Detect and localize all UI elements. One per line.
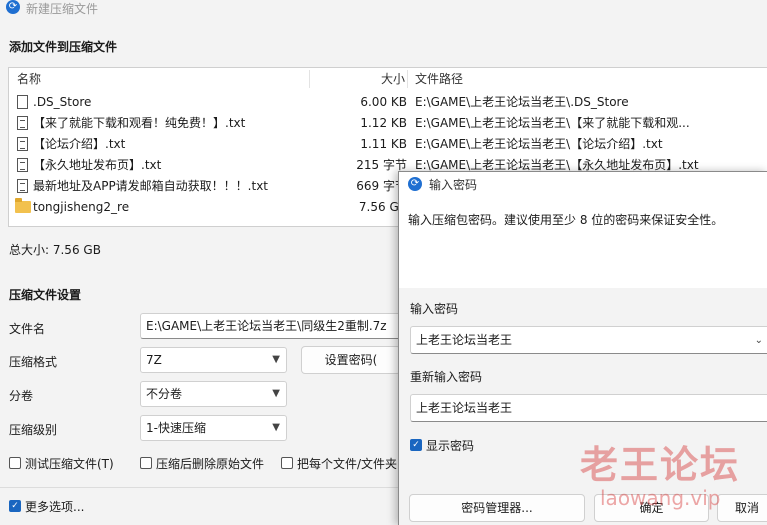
total-size: 总大小: 7.56 GB — [9, 243, 101, 257]
section-add-files: 添加文件到压缩文件 — [9, 40, 118, 54]
each-file-checkbox[interactable] — [281, 457, 293, 469]
delete-original-label[interactable]: 压缩后删除原始文件 — [156, 455, 264, 472]
show-password-label[interactable]: 显示密码 — [426, 437, 474, 454]
file-size: 6.00 KB — [360, 95, 407, 109]
level-select[interactable]: 1-快速压缩 ▼ — [140, 415, 287, 441]
format-value: 7Z — [146, 353, 162, 367]
file-row[interactable]: 【论坛介绍】.txt 1.11 KB E:\GAME\上老王论坛当老王\【论坛介绍】… — [9, 134, 767, 155]
password-manager-button[interactable]: 密码管理器... — [409, 494, 585, 522]
text-file-icon — [17, 179, 28, 193]
column-size-header[interactable]: 大小 — [381, 68, 405, 90]
chevron-down-icon: ▼ — [272, 354, 280, 365]
file-name: 【论坛介绍】.txt — [33, 137, 126, 151]
filename-label: 文件名 — [9, 322, 46, 336]
password-input[interactable]: 上老王论坛当老王 ⌄ — [410, 326, 767, 354]
file-name: tongjisheng2_re — [33, 200, 130, 214]
dialog-title: 输入密码 — [429, 178, 478, 192]
each-file-label[interactable]: 把每个文件/文件夹 — [297, 455, 397, 472]
chevron-down-icon[interactable]: ⌄ — [755, 328, 763, 353]
file-size: 1.11 KB — [360, 137, 407, 151]
text-file-icon — [17, 116, 28, 130]
set-password-button[interactable]: 设置密码( — [301, 346, 401, 374]
password-label: 输入密码 — [410, 302, 459, 316]
split-value: 不分卷 — [146, 387, 183, 401]
level-value: 1-快速压缩 — [146, 421, 206, 435]
column-divider[interactable] — [309, 70, 310, 88]
file-path: E:\GAME\上老王论坛当老王\.DS_Store — [415, 95, 629, 109]
file-path: E:\GAME\上老王论坛当老王\【论坛介绍】.txt — [415, 137, 663, 151]
main-title-bar: ⟳ 新建压缩文件 — [0, 0, 767, 22]
split-label: 分卷 — [9, 389, 34, 403]
test-archive-checkbox[interactable] — [9, 457, 21, 469]
format-label: 压缩格式 — [9, 355, 58, 369]
app-icon: ⟳ — [6, 0, 20, 14]
confirm-password-input[interactable]: 上老王论坛当老王 — [410, 394, 767, 422]
level-label: 压缩级别 — [9, 423, 58, 437]
app-icon: ⟳ — [408, 177, 422, 191]
format-select[interactable]: 7Z ▼ — [140, 347, 287, 373]
window-title: 新建压缩文件 — [26, 2, 99, 16]
file-name: 【来了就能下载和观看！纯免费！】.txt — [33, 116, 246, 130]
file-row[interactable]: 【来了就能下载和观看！纯免费！】.txt 1.12 KB E:\GAME\上老王论坛… — [9, 113, 767, 134]
section-settings: 压缩文件设置 — [9, 288, 82, 302]
watermark-url: laowang.vip — [600, 486, 721, 510]
split-select[interactable]: 不分卷 ▼ — [140, 381, 287, 407]
dialog-hint: 输入压缩包密码。建议使用至少 8 位的密码来保证安全性。 — [408, 213, 724, 227]
folder-icon — [15, 198, 31, 213]
column-path-header[interactable]: 文件路径 — [415, 68, 463, 90]
filename-input[interactable]: E:\GAME\上老王论坛当老王\同级生2重制.7z — [140, 313, 410, 339]
confirm-password-label: 重新输入密码 — [410, 370, 483, 384]
text-file-icon — [17, 158, 28, 172]
chevron-down-icon: ▼ — [272, 422, 280, 433]
column-name-header[interactable]: 名称 — [17, 68, 41, 90]
show-password-checkbox[interactable]: ✓ — [410, 439, 422, 451]
watermark-text: 老王论坛 — [580, 443, 741, 487]
test-archive-label[interactable]: 测试压缩文件(T) — [25, 455, 114, 472]
more-options-checkbox[interactable]: ✓ — [9, 500, 21, 512]
file-icon — [17, 95, 28, 109]
delete-original-checkbox[interactable] — [140, 457, 152, 469]
column-divider[interactable] — [407, 70, 408, 88]
password-value: 上老王论坛当老王 — [416, 333, 513, 347]
cancel-button[interactable]: 取消 — [717, 494, 767, 522]
file-name: 【永久地址发布页】.txt — [33, 158, 162, 172]
file-row[interactable]: .DS_Store 6.00 KB E:\GAME\上老王论坛当老王\.DS_Sto… — [9, 92, 767, 113]
text-file-icon — [17, 137, 28, 151]
more-options-label[interactable]: 更多选项... — [25, 498, 84, 515]
file-name: .DS_Store — [33, 95, 92, 109]
chevron-down-icon: ▼ — [272, 388, 280, 399]
file-name: 最新地址及APP请发邮箱自动获取！！！.txt — [33, 179, 269, 193]
file-size: 1.12 KB — [360, 116, 407, 130]
divider — [0, 487, 400, 488]
file-path: E:\GAME\上老王论坛当老王\【来了就能下载和观... — [415, 116, 690, 130]
